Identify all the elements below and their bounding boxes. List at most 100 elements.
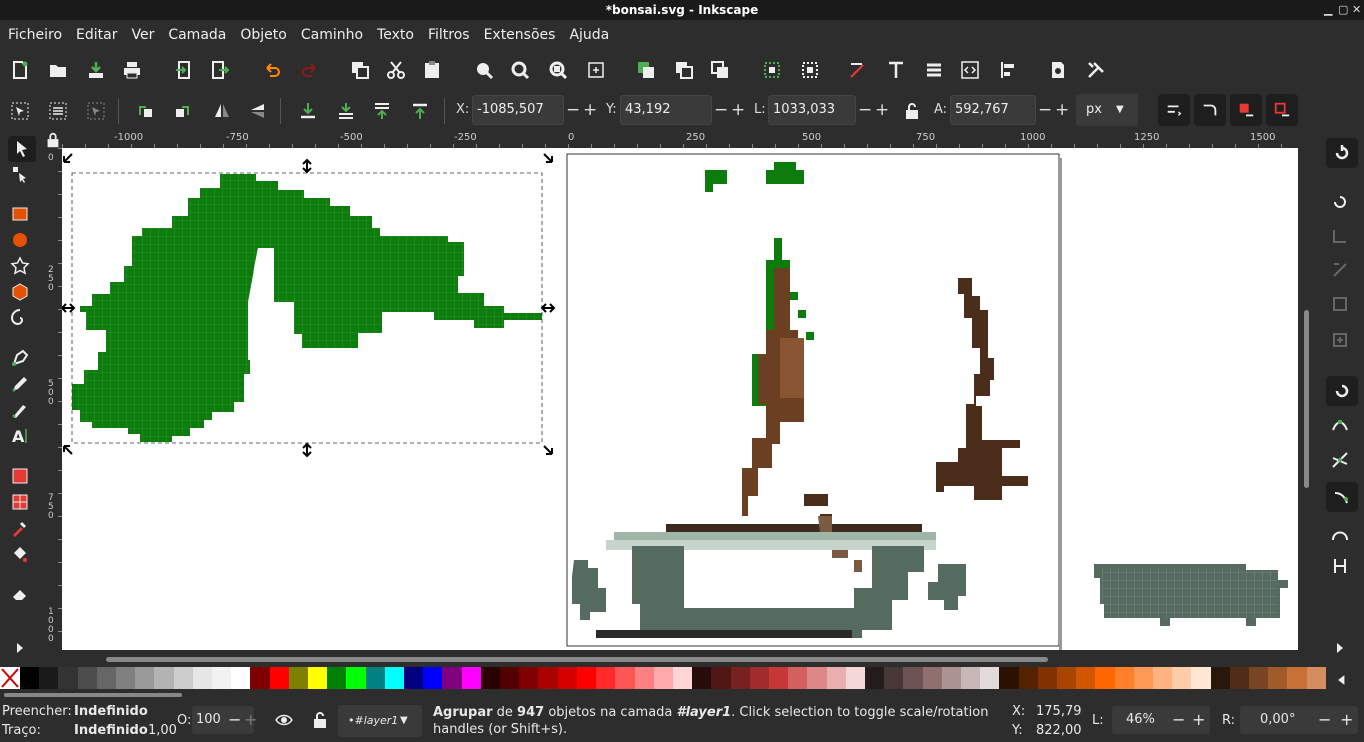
color-swatch[interactable] — [269, 667, 289, 689]
zoom-input[interactable]: 46% − + — [1112, 706, 1210, 734]
vertical-scrollbar[interactable] — [1302, 148, 1312, 650]
color-swatch[interactable] — [39, 667, 59, 689]
color-swatch[interactable] — [1037, 667, 1057, 689]
color-swatch[interactable] — [384, 667, 405, 689]
rotate-ccw-icon[interactable] — [134, 99, 158, 123]
rotation-input[interactable]: 0,00° − + — [1240, 706, 1358, 734]
color-swatch[interactable] — [615, 667, 635, 689]
undo-icon[interactable] — [260, 58, 284, 82]
y-input[interactable]: 43,192 — [620, 95, 712, 125]
lower-to-bottom-icon[interactable] — [296, 99, 320, 123]
color-swatch[interactable] — [1229, 667, 1249, 689]
palette-scrollbar-thumb[interactable] — [4, 693, 182, 697]
width-input[interactable]: 1033,033 — [768, 95, 856, 125]
color-swatch[interactable] — [423, 667, 443, 689]
color-swatch[interactable] — [500, 667, 520, 689]
box3d-tool-icon[interactable] — [8, 280, 32, 304]
color-swatch[interactable] — [480, 667, 501, 689]
horizontal-ruler[interactable]: -1000 -750 -500 -250 0 250 500 750 1000 … — [62, 132, 1298, 148]
y-increment-button[interactable]: + — [731, 95, 745, 125]
menu-texto[interactable]: Texto — [377, 27, 414, 43]
snap-paths-icon[interactable] — [1328, 414, 1352, 438]
text-tool-icon[interactable]: A — [8, 424, 32, 448]
menu-ver[interactable]: Ver — [131, 27, 154, 43]
eye-visibility-icon[interactable] — [272, 708, 296, 732]
zoom-page-width-icon[interactable] — [584, 58, 608, 82]
menu-objeto[interactable]: Objeto — [240, 27, 286, 43]
color-swatch[interactable] — [20, 667, 40, 689]
color-swatch[interactable] — [192, 667, 213, 689]
pencil-tool-icon[interactable] — [8, 372, 32, 396]
scale-handle-nw[interactable] — [63, 153, 73, 163]
opacity-decrement-button[interactable]: − — [228, 706, 241, 734]
duplicate-icon[interactable] — [634, 58, 658, 82]
select-all-layers-icon[interactable] — [46, 99, 70, 123]
gradient-tool-icon[interactable] — [8, 464, 32, 488]
color-swatch[interactable] — [538, 667, 558, 689]
deselect-icon[interactable] — [84, 99, 108, 123]
color-swatch[interactable] — [596, 667, 616, 689]
zoom-drawing-icon[interactable] — [508, 58, 532, 82]
color-swatch[interactable] — [77, 667, 97, 689]
color-swatch[interactable] — [749, 667, 769, 689]
color-swatch[interactable] — [250, 667, 270, 689]
redo-icon[interactable] — [298, 58, 322, 82]
horizontal-scrollbar[interactable] — [62, 652, 1298, 666]
layer-select[interactable]: •#layer1 ▼ — [338, 705, 422, 737]
palette-menu-icon[interactable] — [1334, 672, 1350, 688]
color-swatch[interactable] — [1056, 667, 1077, 689]
move-gradients-button[interactable] — [1230, 94, 1262, 126]
lower-icon[interactable] — [334, 99, 358, 123]
print-icon[interactable] — [120, 58, 144, 82]
y-decrement-button[interactable]: − — [714, 95, 728, 125]
color-swatch[interactable] — [173, 667, 193, 689]
open-file-icon[interactable] — [46, 58, 70, 82]
xml-editor-icon[interactable] — [958, 58, 982, 82]
calligraphy-tool-icon[interactable] — [8, 398, 32, 422]
opacity-increment-button[interactable]: + — [244, 706, 257, 734]
rotation-decrement-button[interactable]: − — [1318, 706, 1331, 734]
color-swatch[interactable] — [1268, 667, 1288, 689]
color-swatch[interactable] — [1287, 667, 1307, 689]
color-swatch[interactable] — [711, 667, 731, 689]
paint-bucket-tool-icon[interactable] — [8, 542, 32, 566]
color-swatch[interactable] — [58, 667, 78, 689]
export-icon[interactable] — [208, 58, 232, 82]
color-swatch[interactable] — [576, 667, 597, 689]
preferences-icon[interactable] — [1084, 58, 1108, 82]
zoom-increment-button[interactable]: + — [1192, 706, 1205, 734]
zoom-decrement-button[interactable]: − — [1172, 706, 1185, 734]
snap-intersections-icon[interactable] — [1328, 448, 1352, 472]
scale-handle-sw[interactable] — [63, 445, 73, 455]
fill-stroke-icon[interactable] — [846, 58, 870, 82]
snap-smooth-nodes-icon[interactable] — [1328, 522, 1352, 546]
x-decrement-button[interactable]: − — [566, 95, 580, 125]
snap-bbox-icon[interactable] — [1328, 190, 1352, 214]
raise-to-top-icon[interactable] — [408, 99, 432, 123]
color-swatch[interactable] — [1152, 667, 1173, 689]
unlink-clone-icon[interactable] — [708, 58, 732, 82]
menu-filtros[interactable]: Filtros — [428, 27, 470, 43]
menu-camada[interactable]: Camada — [168, 27, 226, 43]
ellipse-tool-icon[interactable] — [8, 228, 32, 252]
snap-bbox-center-icon[interactable] — [1328, 328, 1352, 352]
color-swatch[interactable] — [288, 667, 309, 689]
ungroup-icon[interactable] — [798, 58, 822, 82]
color-swatch[interactable] — [346, 667, 366, 689]
color-swatch[interactable] — [788, 667, 808, 689]
new-document-icon[interactable] — [8, 58, 32, 82]
scale-corners-button[interactable] — [1194, 94, 1226, 126]
color-swatch[interactable] — [634, 667, 654, 689]
drawing-canvas[interactable] — [62, 148, 1298, 650]
scale-handle-n[interactable] — [302, 158, 312, 174]
color-swatch[interactable] — [1133, 667, 1153, 689]
lock-icon[interactable] — [900, 99, 924, 123]
color-swatch[interactable] — [154, 667, 174, 689]
snap-bbox-midpoints-icon[interactable] — [1328, 292, 1352, 316]
menu-ficheiro[interactable]: Ficheiro — [8, 27, 62, 43]
color-swatch[interactable] — [1210, 667, 1230, 689]
paste-icon[interactable] — [420, 58, 444, 82]
menu-caminho[interactable]: Caminho — [301, 27, 363, 43]
color-swatch[interactable] — [960, 667, 981, 689]
height-input[interactable]: 592,767 — [950, 95, 1036, 125]
